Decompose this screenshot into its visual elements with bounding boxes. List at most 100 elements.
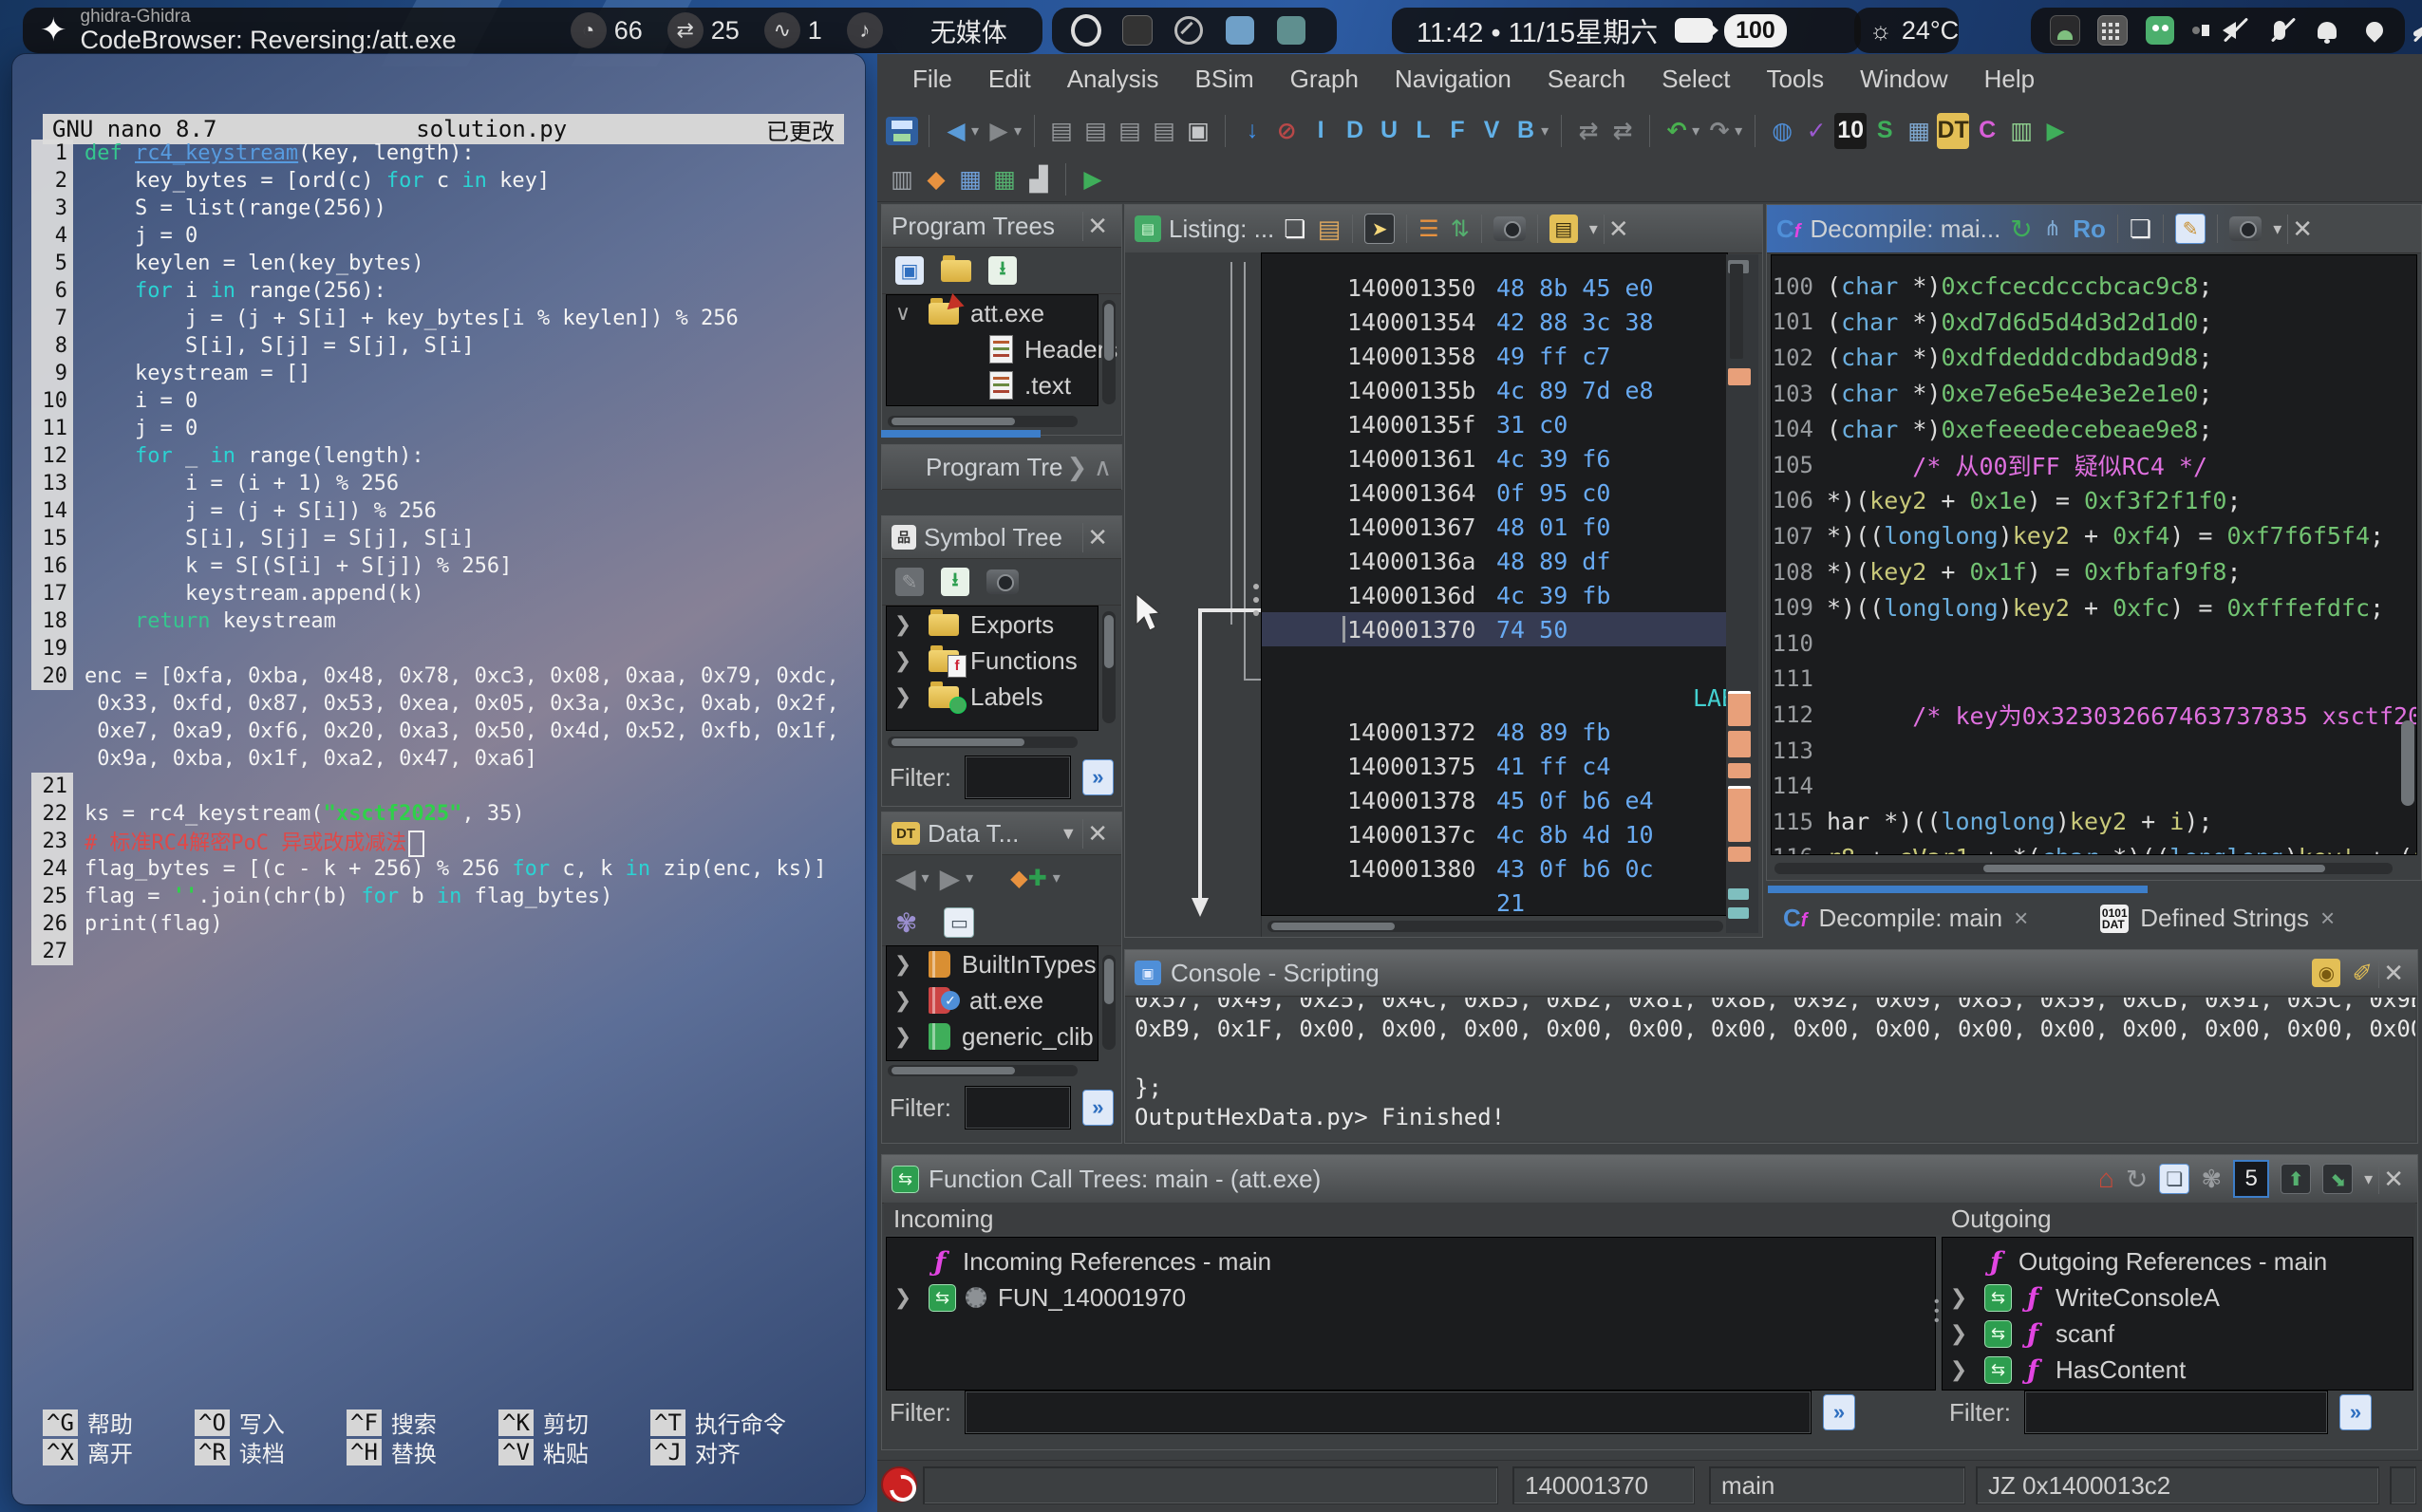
filter-input[interactable] bbox=[965, 756, 1071, 799]
close-icon[interactable]: × bbox=[2014, 904, 2028, 933]
power-tray-icon[interactable] bbox=[1276, 15, 1306, 46]
variable-v-icon[interactable]: V bbox=[1475, 113, 1508, 149]
outgoing-graph-icon[interactable]: ⬊ bbox=[2322, 1164, 2353, 1194]
listing-row[interactable]: 14000138043 0f b6 0c bbox=[1261, 851, 1727, 886]
incoming-graph-icon[interactable]: ⬆ bbox=[2281, 1164, 2311, 1194]
validate-check-icon[interactable]: ✓ bbox=[1800, 113, 1832, 149]
code-line[interactable]: 22ks = rc4_keystream("xsctf2025", 35) bbox=[31, 800, 859, 828]
nav-forward-icon[interactable]: ▶ bbox=[983, 113, 1015, 149]
listing-content[interactable]: 14000135048 8b 45 e014000135442 88 3c 38… bbox=[1261, 252, 1728, 916]
dropdown-arrow[interactable]: ▾ bbox=[1541, 121, 1549, 140]
close-icon[interactable]: ✕ bbox=[1082, 523, 1112, 552]
close-icon[interactable]: ✕ bbox=[1604, 215, 1633, 244]
nano-shortcut[interactable]: ^X离开 bbox=[43, 1435, 195, 1468]
clear-brush-icon[interactable]: ▟ bbox=[1023, 161, 1055, 197]
decompile-line[interactable]: 115har *)((longlong)key2 + i); bbox=[1772, 804, 2416, 840]
code-line[interactable]: 6 for i in range(256): bbox=[31, 277, 859, 305]
listing-title-bar[interactable]: ▤ Listing: ... ❏ ▤ ➤ ☰ ⇅ ▤ ▾ ✕ bbox=[1125, 205, 1762, 253]
horizontal-scrollbar[interactable] bbox=[888, 737, 1078, 748]
listing-row[interactable]: 14000136748 01 f0 bbox=[1261, 510, 1727, 544]
decompile-line[interactable]: 105 /* 从00到FF 疑似RC4 */ bbox=[1772, 447, 2416, 483]
vertical-scrollbar[interactable] bbox=[1102, 300, 1116, 404]
nano-shortcut[interactable]: ^F搜索 bbox=[347, 1406, 498, 1439]
filter-options-icon[interactable]: » bbox=[2339, 1394, 2372, 1430]
copy-icon[interactable]: ❏ bbox=[1284, 215, 1305, 244]
decompile-line[interactable]: 113 bbox=[1772, 733, 2416, 769]
graph-icon[interactable]: ⋔ bbox=[2044, 216, 2061, 241]
diamond-icon[interactable]: ◆ bbox=[920, 161, 952, 197]
edit-icon[interactable]: ✎ bbox=[2175, 214, 2206, 244]
edit-disabled-icon[interactable]: ✎ bbox=[895, 568, 924, 596]
tree-item[interactable]: ❯⇆ƒWriteConsoleA bbox=[1943, 1279, 2413, 1316]
code-line[interactable]: 24flag_bytes = [(c - k + 256) % 256 for … bbox=[31, 855, 859, 883]
save-icon[interactable] bbox=[886, 117, 918, 145]
listing-row[interactable]: 14000137074 50 bbox=[1261, 612, 1727, 646]
close-icon[interactable]: ✕ bbox=[2378, 959, 2408, 988]
code-line[interactable]: 5 keylen = len(key_bytes) bbox=[31, 250, 859, 277]
code-line[interactable]: 19 bbox=[31, 635, 859, 663]
run-analysis-icon[interactable]: ▶ bbox=[2039, 113, 2072, 149]
listing-row[interactable]: 14000137c4c 8b 4d 10 bbox=[1261, 817, 1727, 851]
decompile-line[interactable]: 104(char *)0xefeeedecebeae9e8; bbox=[1772, 411, 2416, 447]
vertical-scrollbar[interactable] bbox=[1102, 955, 1116, 1050]
menu-file[interactable]: File bbox=[894, 65, 970, 94]
nav-back-icon[interactable]: ◀ bbox=[940, 113, 972, 149]
close-icon[interactable]: × bbox=[2320, 904, 2335, 933]
expand-icon[interactable]: ❯ bbox=[887, 648, 919, 673]
expand-icon[interactable]: ❯ bbox=[1943, 1285, 1975, 1310]
register-table-icon[interactable]: ▦ bbox=[954, 161, 986, 197]
expand-icon[interactable]: ❯ bbox=[887, 612, 919, 637]
location-icon[interactable] bbox=[2359, 15, 2390, 46]
collapse-all-icon[interactable]: ▭ bbox=[944, 907, 974, 938]
refs-next-icon[interactable]: ⇄ bbox=[1606, 113, 1639, 149]
refresh-icon[interactable]: ↻ bbox=[2126, 1164, 2148, 1195]
tree-item[interactable]: ❯Labels bbox=[887, 679, 1098, 715]
copy-alt-icon[interactable]: ▤ bbox=[1114, 113, 1146, 149]
code-line[interactable]: 1def rc4_keystream(key, length): bbox=[31, 140, 859, 167]
data-type-tree[interactable]: ❯BuiltInTypes❯✓att.exe❯generic_clib bbox=[886, 945, 1098, 1061]
tree-item[interactable]: .text bbox=[887, 367, 1098, 403]
code-line[interactable]: 20enc = [0xfa, 0xba, 0x48, 0x78, 0xc3, 0… bbox=[31, 663, 859, 690]
menu-tools[interactable]: Tools bbox=[1748, 65, 1842, 94]
tray-island-right[interactable] bbox=[2031, 8, 2405, 53]
dropdown-arrow[interactable]: ▾ bbox=[1014, 121, 1022, 140]
nano-shortcut[interactable]: ^T执行命令 bbox=[650, 1406, 786, 1439]
diff-view-icon[interactable]: ⇅ bbox=[1451, 215, 1470, 243]
code-line[interactable]: 13 i = (i + 1) % 256 bbox=[31, 470, 859, 497]
filter-input[interactable] bbox=[965, 1086, 1071, 1129]
expand-icon[interactable]: ❯ bbox=[887, 684, 919, 709]
decompile-line[interactable]: 112 /* key为0x323032667463737835 xsctf202… bbox=[1772, 697, 2416, 733]
listing-row[interactable]: 1400013614c 39 f6 bbox=[1261, 441, 1727, 476]
import-symbols-icon[interactable]: ⭳ bbox=[941, 568, 969, 596]
tree-item[interactable]: ❯generic_clib bbox=[887, 1018, 1098, 1055]
menu-graph[interactable]: Graph bbox=[1272, 65, 1377, 94]
program-trees-title-bar[interactable]: Program Trees ✕ bbox=[882, 205, 1121, 248]
code-line[interactable]: 27 bbox=[31, 938, 859, 965]
decompile-line[interactable]: 107*)((longlong)key2 + 0xf4) = 0xf7f6f5f… bbox=[1772, 518, 2416, 554]
blocked-app-icon[interactable] bbox=[1173, 15, 1204, 46]
airplane-mode-icon[interactable] bbox=[2407, 15, 2422, 46]
listing-row[interactable]: 14000137248 89 fb bbox=[1261, 715, 1727, 749]
tab-defined-strings[interactable]: 0101DAT Defined Strings × bbox=[2083, 897, 2352, 940]
tab-decompile-main[interactable]: Cf Decompile: main × bbox=[1766, 897, 2045, 940]
expand-icon[interactable]: ❯ bbox=[887, 988, 919, 1013]
decompile-content[interactable]: 100(char *)0xcfcecdcccbcac9c8;101(char *… bbox=[1771, 254, 2417, 855]
chevron-down-icon[interactable]: ▾ bbox=[1589, 219, 1598, 239]
code-line[interactable]: 3 S = list(range(256)) bbox=[31, 195, 859, 222]
memory-map-icon[interactable]: ▥ bbox=[886, 161, 918, 197]
field-format-icon[interactable]: ☰ bbox=[1418, 215, 1439, 243]
program-tree[interactable]: ∨att.exeHeaders.text bbox=[886, 294, 1098, 406]
c-parser-icon[interactable]: C bbox=[1971, 113, 2003, 149]
decompile-line[interactable]: 114 bbox=[1772, 768, 2416, 804]
listing-row[interactable]: 1400013640f 95 c0 bbox=[1261, 476, 1727, 510]
close-icon[interactable]: ✕ bbox=[2378, 1165, 2408, 1194]
horizontal-scrollbar[interactable] bbox=[888, 416, 1078, 427]
decompile-line[interactable]: 108*)(key2 + 0x1f) = 0xfbfaf9f8; bbox=[1772, 554, 2416, 590]
listing-row[interactable]: 14000135442 88 3c 38 bbox=[1261, 305, 1727, 339]
tree-item[interactable]: ❯⇆ƒscanf bbox=[1943, 1316, 2413, 1352]
code-line[interactable]: 23# 标准RC4解密PoC 异或改成减法 bbox=[31, 828, 859, 855]
listing-row[interactable]: 14000136d4c 39 fb bbox=[1261, 578, 1727, 612]
data-type-manager-title-bar[interactable]: DT Data T... ▼ ✕ bbox=[882, 812, 1121, 855]
dropdown-arrow[interactable]: ▾ bbox=[1735, 121, 1742, 140]
label-l-icon[interactable]: L bbox=[1407, 113, 1439, 149]
